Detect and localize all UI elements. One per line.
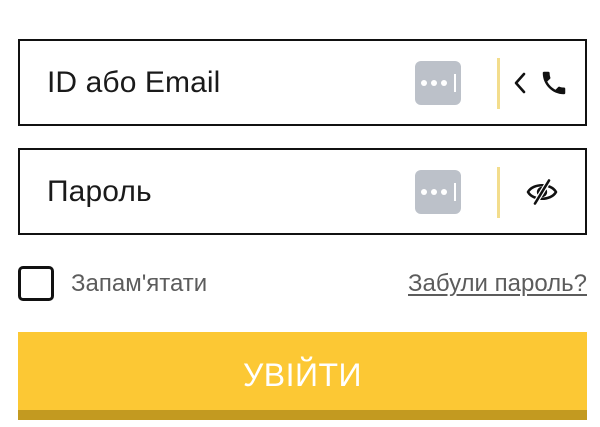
- login-button[interactable]: УВІЙТИ: [18, 332, 587, 420]
- chevron-left-icon[interactable]: [510, 67, 530, 99]
- forgot-password-link[interactable]: Забули пароль?: [408, 270, 587, 298]
- login-button-label: УВІЙТИ: [242, 357, 363, 393]
- eye-off-icon[interactable]: [523, 174, 561, 210]
- username-field[interactable]: ID або Email: [18, 39, 587, 126]
- password-input[interactable]: Пароль: [47, 175, 152, 209]
- remember-label[interactable]: Запам'ятати: [71, 270, 207, 298]
- password-field[interactable]: Пароль: [18, 148, 587, 235]
- phone-icon[interactable]: [538, 66, 570, 100]
- password-manager-icon[interactable]: [415, 170, 461, 214]
- field-divider: [497, 58, 500, 109]
- remember-checkbox[interactable]: [18, 266, 54, 301]
- password-manager-icon[interactable]: [415, 61, 461, 105]
- username-input[interactable]: ID або Email: [47, 66, 220, 100]
- field-divider: [497, 167, 500, 218]
